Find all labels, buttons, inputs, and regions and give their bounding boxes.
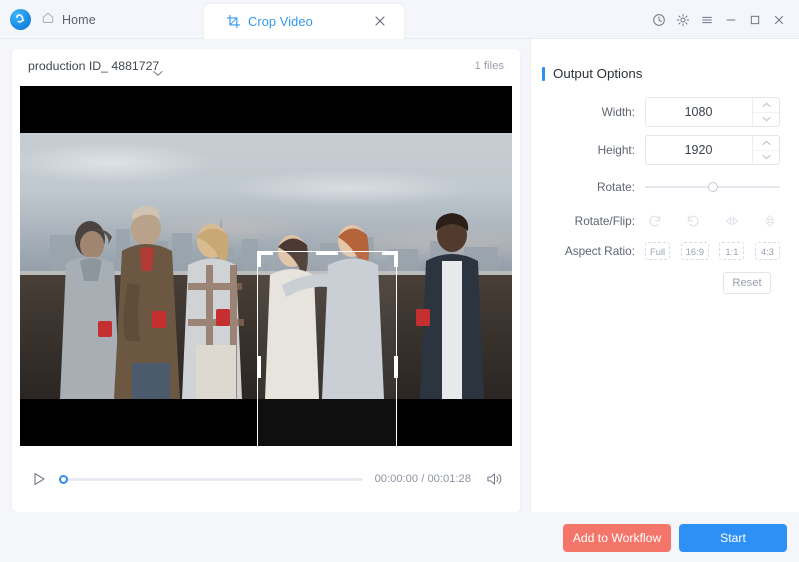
app-logo-icon (10, 9, 31, 30)
aspect-ratio-16-9[interactable]: 16:9 (680, 242, 709, 260)
add-to-workflow-button[interactable]: Add to Workflow (563, 524, 671, 552)
reset-button[interactable]: Reset (723, 272, 771, 294)
width-input[interactable]: 1080 (645, 97, 780, 127)
height-label: Height: (597, 143, 635, 157)
rotate-slider[interactable] (645, 177, 780, 197)
chevron-down-icon[interactable] (153, 64, 163, 82)
rotate-row: Rotate: (531, 177, 799, 197)
crop-handle-left-center[interactable] (256, 355, 261, 378)
close-icon[interactable] (374, 14, 389, 29)
aspect-ratio-1-1[interactable]: 1:1 (719, 242, 745, 260)
tab-crop-video[interactable]: Crop Video (204, 4, 404, 39)
crop-handle-top-center[interactable] (316, 250, 338, 255)
height-stepper-down[interactable] (753, 149, 779, 165)
width-row: Width: 1080 (531, 97, 799, 127)
timeline-thumb[interactable] (59, 474, 68, 484)
house-icon (41, 11, 55, 30)
minimize-icon[interactable] (719, 8, 743, 32)
file-selector-row: production ID_ 4881727 1 files (12, 49, 520, 84)
play-icon[interactable] (29, 469, 49, 489)
start-button[interactable]: Start (679, 524, 787, 552)
width-stepper-down[interactable] (753, 111, 779, 127)
tab-label: Crop Video (248, 14, 313, 29)
settings-gear-icon[interactable] (671, 8, 695, 32)
home-button[interactable]: Home (41, 10, 96, 30)
panel-title: Output Options (553, 66, 643, 81)
width-stepper-up[interactable] (753, 98, 779, 112)
maximize-icon[interactable] (743, 8, 767, 32)
aspect-ratio-label: Aspect Ratio: (564, 244, 635, 258)
preview-card: production ID_ 4881727 1 files 00:00:00 … (12, 49, 520, 512)
height-stepper (752, 136, 779, 164)
flip-vertical-icon[interactable] (760, 211, 780, 231)
panel-header: Output Options (542, 66, 642, 81)
close-icon[interactable] (767, 8, 791, 32)
aspect-ratio-full[interactable]: Full (645, 242, 671, 260)
crop-handle-top-left-v[interactable] (256, 250, 261, 267)
volume-icon[interactable] (483, 469, 505, 489)
playback-timeline[interactable] (59, 469, 363, 489)
rotate-counterclockwise-icon[interactable] (683, 211, 703, 231)
rotate-label: Rotate: (596, 180, 635, 194)
height-row: Height: 1920 (531, 135, 799, 165)
menu-hamburger-icon[interactable] (695, 8, 719, 32)
rotate-flip-label: Rotate/Flip: (574, 214, 635, 228)
flip-horizontal-icon[interactable] (722, 211, 742, 231)
player-controls: 00:00:00 / 00:01:28 (20, 462, 512, 496)
rotate-slider-thumb[interactable] (707, 182, 718, 192)
crop-handle-top-right-v[interactable] (393, 250, 398, 267)
rotate-flip-row: Rotate/Flip: (531, 211, 799, 231)
height-stepper-up[interactable] (753, 136, 779, 150)
timeline-track (67, 477, 363, 481)
file-count-label: 1 files (474, 60, 504, 72)
rotate-clockwise-icon[interactable] (645, 211, 665, 231)
aspect-ratio-4-3[interactable]: 4:3 (755, 242, 780, 260)
home-label: Home (62, 13, 96, 27)
app-window: Home Crop Video production ID_ 4881727 1… (0, 0, 799, 562)
crop-icon (226, 14, 241, 34)
video-stage[interactable] (20, 86, 512, 446)
accent-bar (542, 66, 545, 81)
title-bar: Home Crop Video (0, 0, 799, 39)
height-input[interactable]: 1920 (645, 135, 780, 165)
rotate-flip-buttons (645, 211, 780, 231)
history-icon[interactable] (647, 8, 671, 32)
width-stepper (752, 98, 779, 126)
width-label: Width: (601, 105, 635, 119)
aspect-ratio-buttons: Full 16:9 1:1 4:3 (645, 242, 780, 260)
crop-handle-right-center[interactable] (393, 355, 398, 378)
crop-selection-overlay[interactable] (256, 250, 398, 446)
aspect-ratio-row: Aspect Ratio: Full 16:9 1:1 4:3 (531, 242, 799, 260)
time-display: 00:00:00 / 00:01:28 (374, 473, 471, 485)
file-name-label: production ID_ 4881727 (28, 59, 160, 73)
window-controls (647, 0, 791, 39)
